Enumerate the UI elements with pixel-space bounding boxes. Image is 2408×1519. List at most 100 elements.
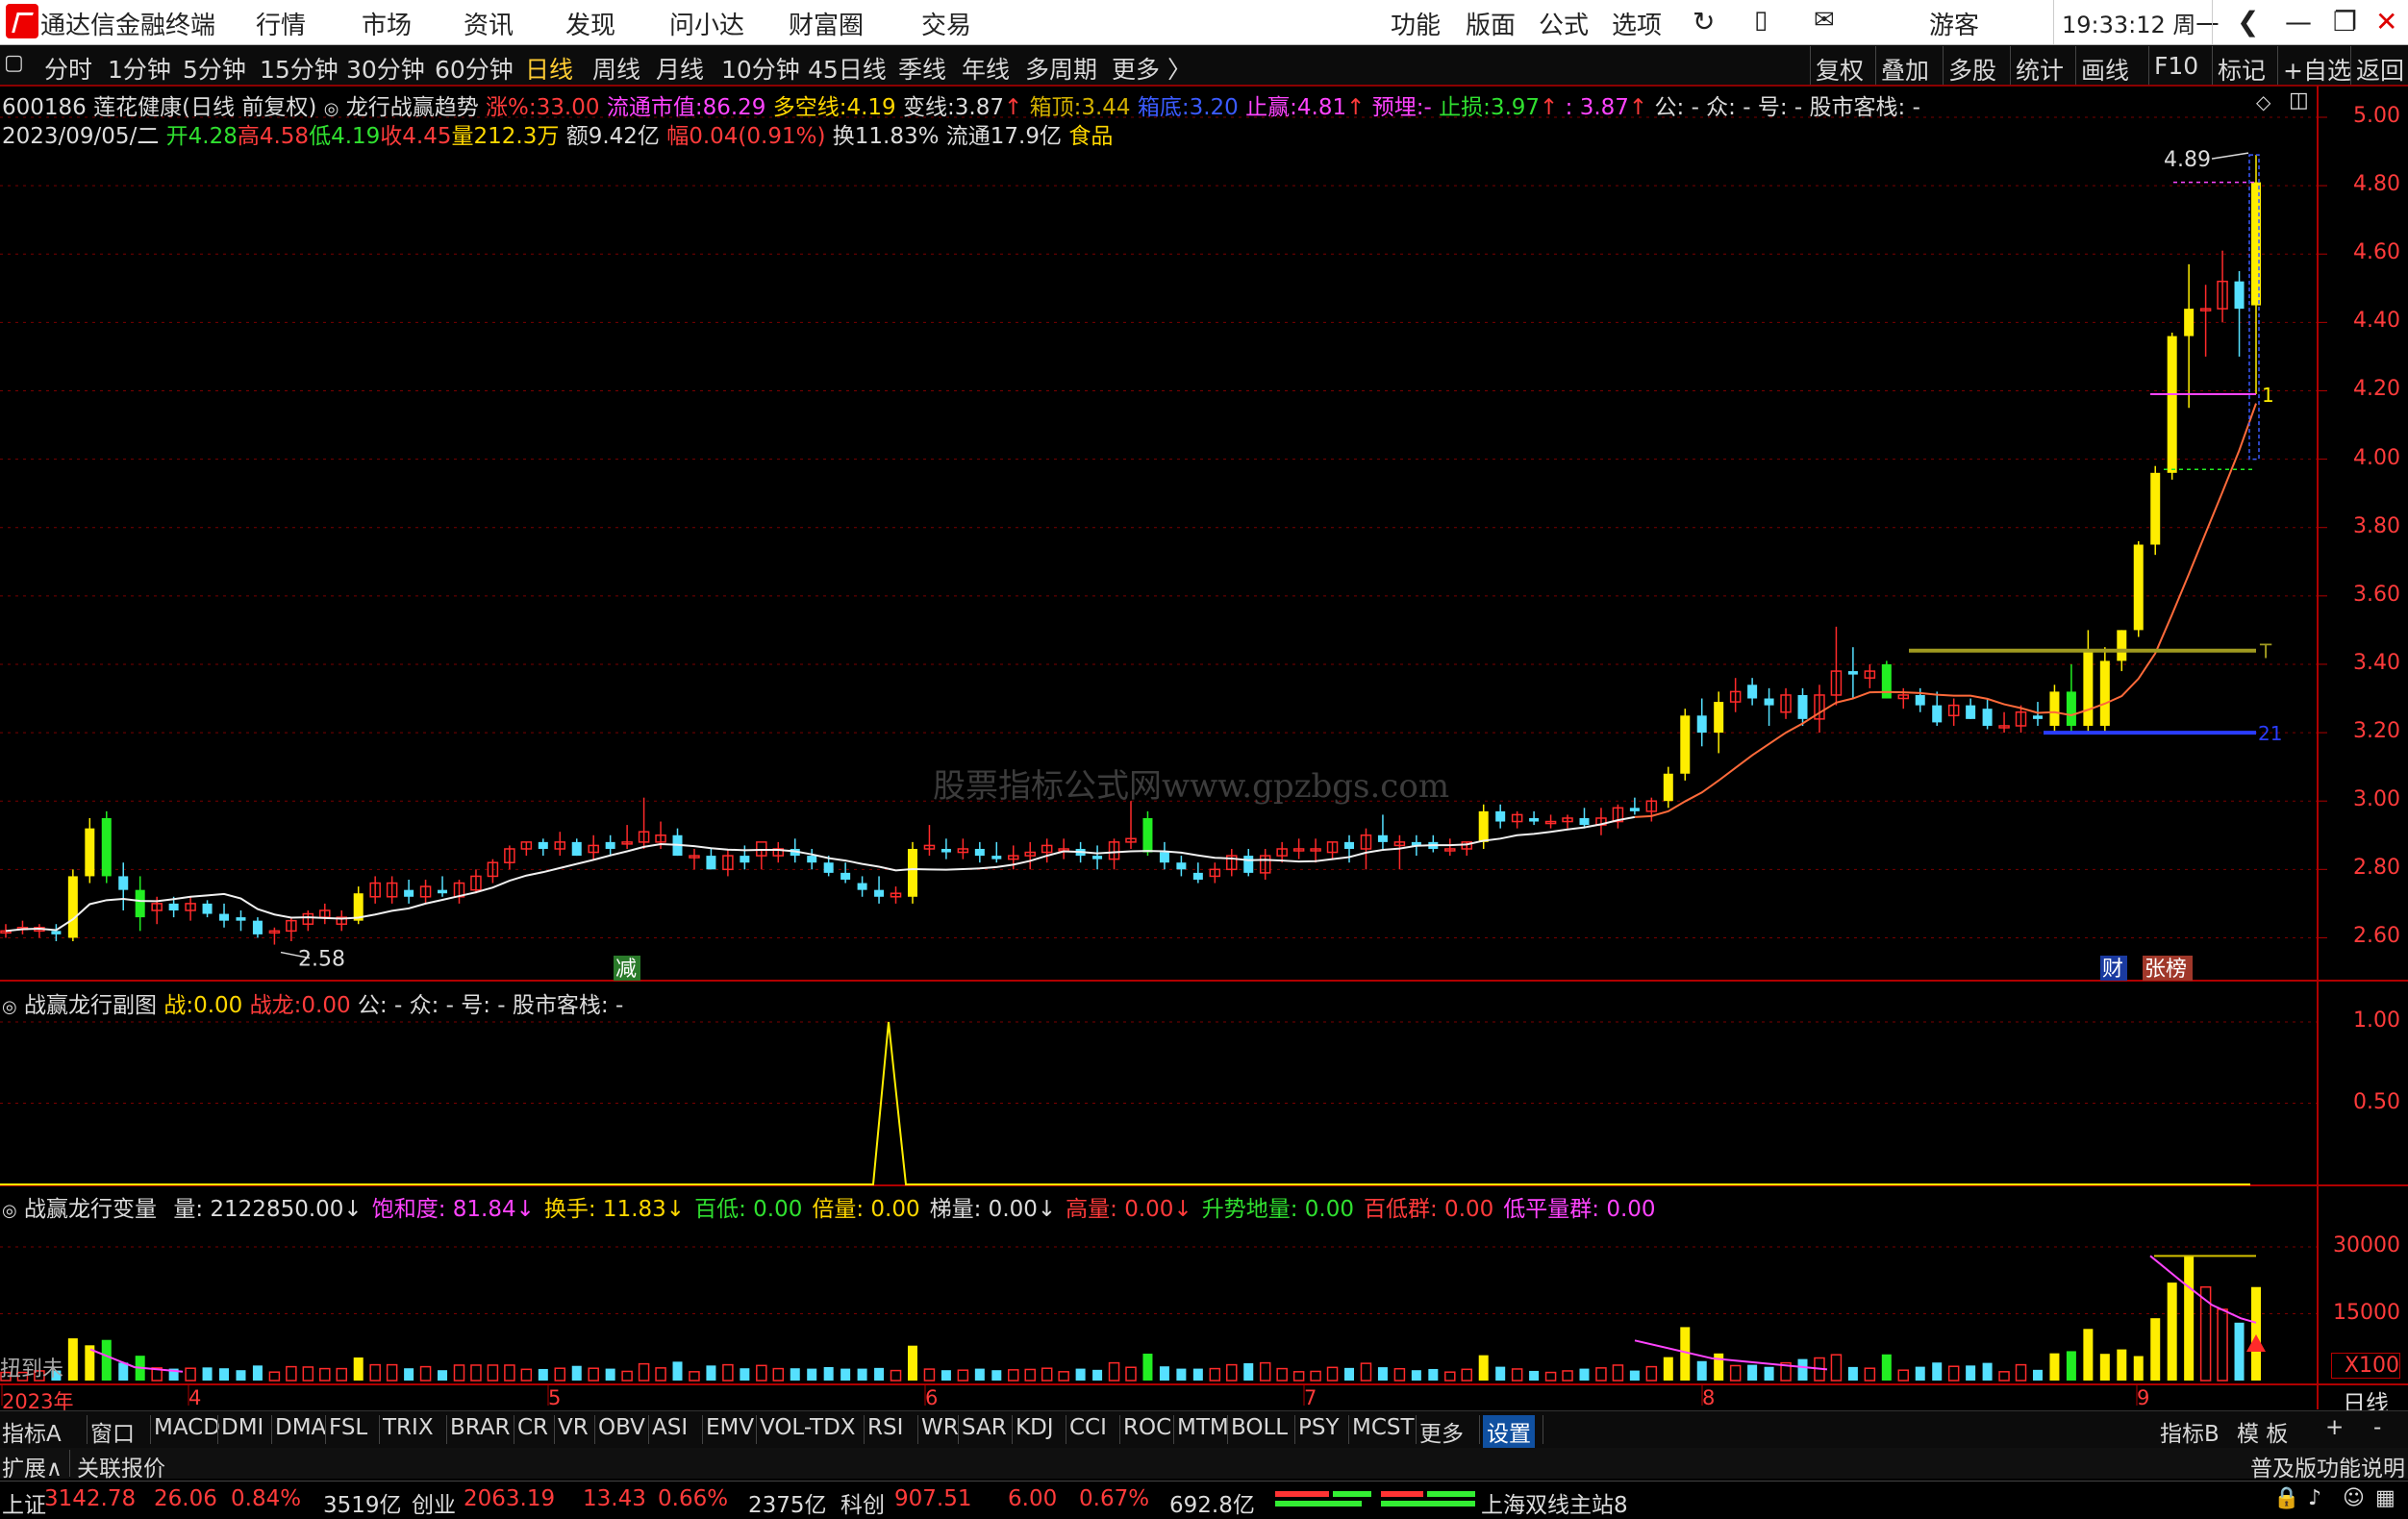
volume-bar — [1041, 1367, 1053, 1382]
price-tick-label: 4.00 — [2353, 445, 2400, 470]
volume-bar — [404, 1368, 414, 1381]
edition-help-link[interactable]: 普及版功能说明 — [2250, 1450, 2405, 1482]
kc-index-amount: 692.8亿 — [1169, 1493, 1255, 1518]
vol-indicator-dropdown-icon[interactable]: ◎ — [2, 1201, 17, 1221]
candle — [1041, 838, 1053, 863]
z-value: 0.00 — [193, 993, 243, 1018]
tool-button-3[interactable]: 统计 — [2016, 52, 2064, 87]
volume-bar — [2217, 1308, 2228, 1382]
candle — [202, 900, 213, 918]
indicator-tab-18[interactable]: CCI — [1069, 1415, 1107, 1440]
candle-body — [202, 903, 213, 914]
indicator-tab-17[interactable]: KDJ — [1016, 1415, 1054, 1440]
indicator-tab-6[interactable]: TRIX — [383, 1415, 434, 1440]
candle-body — [2083, 650, 2094, 726]
candle — [101, 810, 112, 884]
candle — [1444, 838, 1456, 857]
people-icon[interactable]: ☺ — [2343, 1486, 2365, 1510]
volume-bar — [369, 1363, 381, 1382]
tool-button-4[interactable]: 画线 — [2081, 52, 2129, 87]
indicator-tab-20[interactable]: MTM — [1177, 1415, 1229, 1440]
low-price-mark: 2.58 — [298, 948, 345, 972]
indicator-tab-7[interactable]: BRAR — [450, 1415, 511, 1440]
indicator-tab-9[interactable]: VR — [558, 1415, 589, 1440]
sub-indicator-dropdown-icon[interactable]: ◎ — [2, 997, 17, 1017]
candle — [638, 797, 650, 849]
tool-button-6[interactable]: 标记 — [2218, 52, 2266, 87]
tool-button-1[interactable]: 叠加 — [1881, 52, 1929, 87]
tool-button-7[interactable]: +自选 — [2283, 52, 2351, 87]
volume-bar — [1797, 1358, 1808, 1381]
volume-bar — [1125, 1366, 1137, 1382]
volume-bar — [2015, 1363, 2027, 1382]
status-bar: 上证 3142.78 26.06 0.84% 3519亿 创业 2063.19 … — [0, 1481, 2408, 1519]
candle — [135, 876, 145, 932]
server-name[interactable]: 上海双线主站8 — [1481, 1486, 1628, 1519]
indicator-right-0[interactable]: 指标B — [2160, 1415, 2220, 1448]
indicator-tab-19[interactable]: ROC — [1123, 1415, 1171, 1440]
volume-bar — [1544, 1371, 1557, 1382]
price-tick-label: 4.60 — [2353, 240, 2400, 265]
sound-icon[interactable]: ♪ — [2308, 1486, 2321, 1510]
indicator-right-3[interactable]: - — [2373, 1415, 2381, 1440]
indicator-tab-12[interactable]: EMV — [706, 1415, 754, 1440]
related-quotes-button[interactable]: 关联报价 — [77, 1450, 165, 1482]
indicator-tab-16[interactable]: SAR — [962, 1415, 1007, 1440]
volume-bar — [538, 1368, 548, 1381]
indicator-tab-15[interactable]: WR — [921, 1415, 959, 1440]
indicator-tab-0[interactable]: 指标A — [2, 1415, 62, 1448]
indicator-tab-22[interactable]: PSY — [1298, 1415, 1340, 1440]
indicator-right-1[interactable]: 模 板 — [2237, 1415, 2288, 1448]
tool-button-8[interactable]: 返回 — [2356, 52, 2404, 87]
indicator-tab-11[interactable]: ASI — [652, 1415, 688, 1440]
indicator-tab-14[interactable]: RSI — [867, 1415, 903, 1440]
kc-index-name[interactable]: 科创 — [840, 1486, 885, 1519]
lock-icon[interactable]: 🔒 — [2273, 1486, 2299, 1510]
candle — [857, 876, 867, 897]
expand-button[interactable]: 扩展∧ — [2, 1450, 63, 1482]
candle-body — [168, 903, 179, 910]
sub-indicator-name[interactable]: 战赢龙行副图 — [24, 993, 157, 1018]
volume-bar — [1562, 1370, 1573, 1382]
vol-indicator-name[interactable]: 战赢龙行变量 — [24, 1197, 157, 1222]
indicator-tab-23[interactable]: MCST — [1352, 1415, 1415, 1440]
divider — [702, 1415, 703, 1444]
tool-button-0[interactable]: 复权 — [1816, 52, 1864, 87]
candlestick-series — [0, 155, 2261, 945]
candle-body — [706, 856, 716, 870]
volume-bar — [1830, 1354, 1843, 1382]
grid-icon[interactable]: ▦ — [2375, 1486, 2395, 1510]
indicator-tab-25[interactable]: 设置 — [1483, 1415, 1535, 1448]
indicator-tab-10[interactable]: OBV — [598, 1415, 645, 1440]
tool-button-2[interactable]: 多股 — [1948, 52, 1996, 87]
indicator-tab-4[interactable]: DMA — [275, 1415, 326, 1440]
candle-body — [2234, 281, 2245, 310]
indicator-tab-8[interactable]: CR — [517, 1415, 548, 1440]
kline-chart[interactable]: 4.89 2.58 T 21 1 减 财张榜 — [0, 0, 2408, 1515]
market-breadth-icon[interactable] — [1275, 1487, 1481, 1512]
volume-bar — [706, 1365, 716, 1381]
indicator-tab-1[interactable]: 窗口 — [90, 1415, 135, 1448]
price-tick-label: 4.20 — [2353, 377, 2400, 402]
volume-bar — [1192, 1368, 1203, 1381]
tool-button-5[interactable]: F10 — [2154, 52, 2198, 80]
indicator-tab-2[interactable]: MACD — [154, 1415, 220, 1440]
indicator-tab-5[interactable]: FSL — [329, 1415, 367, 1440]
sh-index-name[interactable]: 上证 — [2, 1486, 46, 1519]
indicator-right-2[interactable]: + — [2325, 1415, 2344, 1440]
indicator-tab-21[interactable]: BOLL — [1231, 1415, 1288, 1440]
volume-bar — [1259, 1361, 1271, 1382]
divider — [958, 1415, 959, 1444]
indicator-tab-13[interactable]: VOL-TDX — [760, 1415, 856, 1440]
cy-index-name[interactable]: 创业 — [412, 1486, 456, 1519]
divider — [217, 1415, 218, 1444]
indicator-tab-24[interactable]: 更多 — [1419, 1415, 1464, 1448]
event-tag-zb: 张榜 — [2145, 958, 2187, 982]
candle-body — [1495, 810, 1506, 822]
vol-info-items: 量: 2122850.00↓ 饱和度: 81.84↓ 换手: 11.83↓ 百低: 0… — [163, 1197, 1655, 1222]
indicator-tab-3[interactable]: DMI — [221, 1415, 263, 1440]
vol-info-line: ◎ 战赢龙行变量 量: 2122850.00↓ 饱和度: 81.84↓ 换手: 11… — [2, 1190, 1656, 1223]
candle-body — [1478, 810, 1489, 842]
candle — [336, 909, 348, 932]
candle-body — [67, 876, 78, 938]
